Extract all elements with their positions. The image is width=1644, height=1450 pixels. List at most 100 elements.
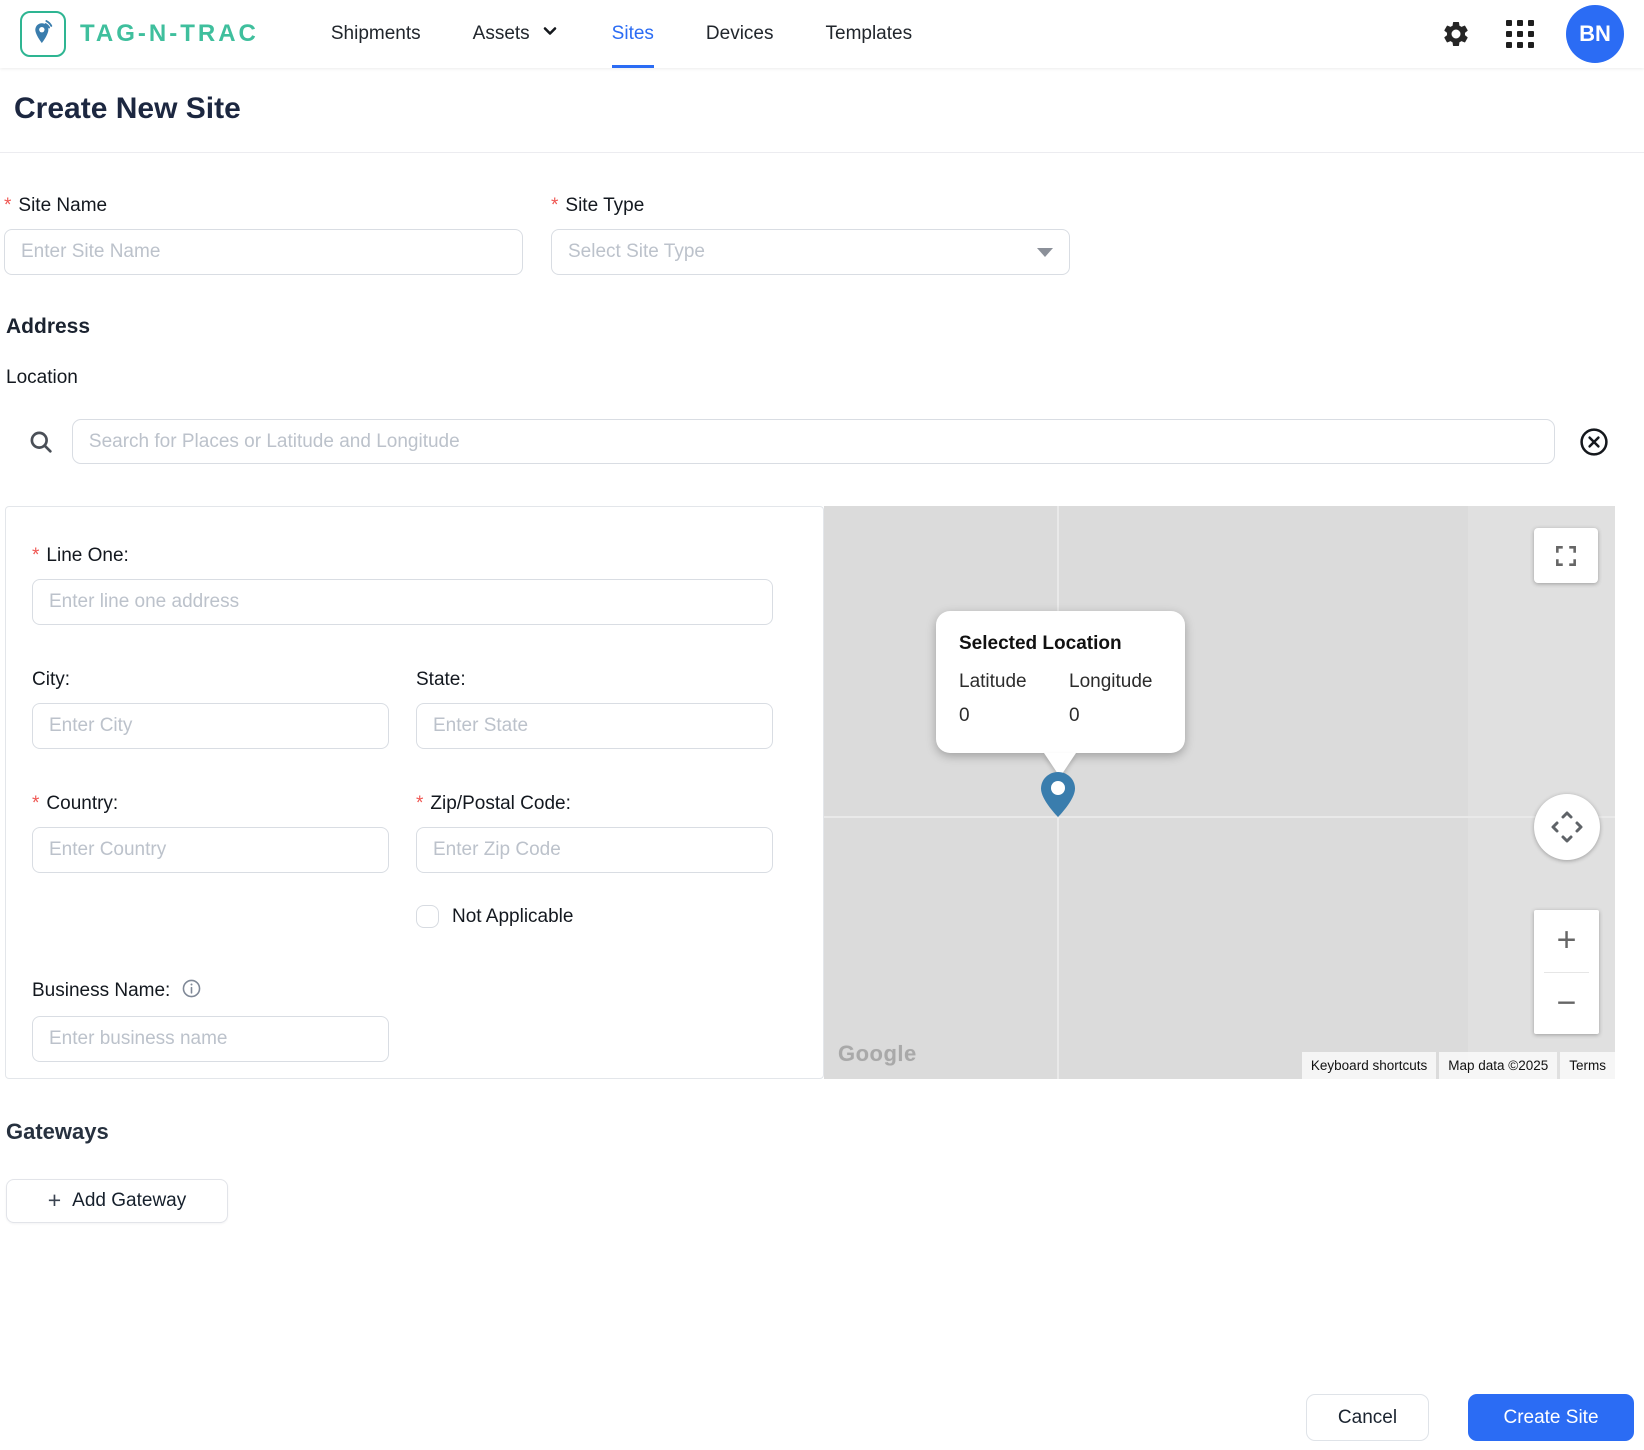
zip-input[interactable] <box>416 827 773 873</box>
user-avatar[interactable]: BN <box>1566 5 1624 63</box>
site-type-label: * Site Type <box>551 195 1070 217</box>
tooltip-title: Selected Location <box>959 633 1122 654</box>
state-group: State: <box>416 669 773 749</box>
location-search-row <box>0 419 1644 464</box>
nav-label: Shipments <box>330 23 421 44</box>
required-marker: * <box>416 793 424 814</box>
clear-search-icon[interactable] <box>1578 426 1610 458</box>
country-label: * Country: <box>32 793 389 815</box>
location-label: Location <box>6 367 78 388</box>
select-placeholder: Select Site Type <box>568 241 705 262</box>
nav-label: Devices <box>705 23 774 44</box>
label-text: Business Name: <box>32 980 171 1001</box>
not-applicable-label: Not Applicable <box>452 905 574 927</box>
top-navbar: TAG-N-TRAC Shipments Assets Sites Device… <box>0 0 1644 68</box>
state-input[interactable] <box>416 703 773 749</box>
zoom-in-button[interactable]: + <box>1534 910 1599 972</box>
longitude-label: Longitude <box>1069 671 1153 692</box>
nav-item-sites[interactable]: Sites <box>586 0 680 68</box>
page-header: Create New Site <box>0 68 1644 153</box>
label-text: State: <box>416 669 466 690</box>
address-map-row: * Line One: City: State: <box>0 506 1644 1079</box>
map-data-label: Map data ©2025 <box>1439 1052 1558 1079</box>
fullscreen-button[interactable] <box>1534 528 1598 583</box>
navbar-right: BN <box>1438 5 1624 63</box>
zoom-control: + − <box>1534 910 1599 1034</box>
chevron-down-icon <box>540 21 560 47</box>
state-label: State: <box>416 669 773 691</box>
label-text: Zip/Postal Code: <box>430 793 571 814</box>
cancel-button[interactable]: Cancel <box>1306 1394 1429 1441</box>
selected-location-tooltip: Selected Location Latitude Longitude 0 0 <box>936 611 1185 777</box>
page-title: Create New Site <box>14 92 241 125</box>
tooltip-grid: Latitude Longitude 0 0 <box>959 671 1185 727</box>
pan-control-button[interactable] <box>1534 794 1600 860</box>
terms-link[interactable]: Terms <box>1560 1052 1615 1079</box>
nav-item-templates[interactable]: Templates <box>800 0 939 68</box>
not-applicable-row: Not Applicable <box>416 905 773 928</box>
main-nav: Shipments Assets Sites Devices Templates <box>305 0 938 68</box>
country-group: * Country: <box>32 793 389 928</box>
location-search-input[interactable] <box>71 419 1555 464</box>
city-state-row: City: State: <box>32 669 797 749</box>
brand-logo[interactable] <box>20 11 66 57</box>
add-gateway-button[interactable]: + Add Gateway <box>6 1179 228 1223</box>
add-gateway-label: Add Gateway <box>72 1190 187 1211</box>
map-attribution: Keyboard shortcuts Map data ©2025 Terms <box>1301 1052 1615 1079</box>
apps-grid-icon[interactable] <box>1502 16 1538 52</box>
nav-label: Templates <box>825 23 913 44</box>
not-applicable-checkbox[interactable] <box>416 905 439 928</box>
line-one-label: * Line One: <box>32 545 797 567</box>
footer-actions: Cancel Create Site <box>1306 1394 1634 1441</box>
search-icon[interactable] <box>26 426 56 458</box>
city-input[interactable] <box>32 703 389 749</box>
country-input[interactable] <box>32 827 389 873</box>
map-canvas[interactable]: Selected Location Latitude Longitude 0 0 <box>824 506 1615 1079</box>
required-marker: * <box>4 195 12 216</box>
map-marker-pin[interactable] <box>1038 771 1078 823</box>
info-icon[interactable] <box>181 978 202 1004</box>
map-gridline-horizontal <box>824 816 1615 818</box>
address-section-heading: Address <box>6 315 91 338</box>
create-site-button[interactable]: Create Site <box>1468 1394 1634 1441</box>
plus-icon: + <box>47 1186 62 1213</box>
site-type-select[interactable]: Select Site Type <box>551 229 1070 275</box>
country-zip-row: * Country: * Zip/Postal Code: Not Applic… <box>32 793 797 928</box>
create-site-page: TAG-N-TRAC Shipments Assets Sites Device… <box>0 0 1644 1450</box>
label-text: Site Name <box>18 195 108 216</box>
required-marker: * <box>551 195 559 216</box>
keyboard-shortcuts-link[interactable]: Keyboard shortcuts <box>1301 1052 1437 1079</box>
site-name-label: * Site Name <box>4 195 523 217</box>
required-marker: * <box>32 545 40 566</box>
zip-group: * Zip/Postal Code: Not Applicable <box>416 793 773 928</box>
city-group: City: <box>32 669 389 749</box>
dropdown-caret-icon <box>1037 247 1053 257</box>
label-text: Line One: <box>46 545 129 566</box>
map-pin-logo-icon <box>29 18 57 51</box>
longitude-value: 0 <box>1069 705 1080 726</box>
business-name-input[interactable] <box>32 1016 389 1062</box>
settings-gear-icon[interactable] <box>1438 16 1474 52</box>
zoom-out-button[interactable]: − <box>1534 973 1599 1035</box>
avatar-initials: BN <box>1579 21 1611 46</box>
nav-item-assets[interactable]: Assets <box>447 0 586 68</box>
top-fields-row: * Site Name * Site Type Select Site Type <box>4 195 1644 275</box>
line-one-input[interactable] <box>32 579 773 625</box>
nav-label: Sites <box>611 23 654 44</box>
gateways-heading: Gateways <box>6 1119 109 1144</box>
site-name-group: * Site Name <box>4 195 523 275</box>
address-form-card: * Line One: City: State: <box>5 506 824 1079</box>
label-text: Country: <box>46 793 119 814</box>
nav-label: Assets <box>472 23 530 44</box>
required-marker: * <box>32 793 40 814</box>
brand-name: TAG-N-TRAC <box>80 20 259 47</box>
site-type-group: * Site Type Select Site Type <box>551 195 1070 275</box>
nav-item-devices[interactable]: Devices <box>680 0 800 68</box>
google-logo[interactable]: Google <box>838 1041 917 1067</box>
site-name-input[interactable] <box>4 229 523 275</box>
label-text: City: <box>32 669 70 690</box>
city-label: City: <box>32 669 389 691</box>
nav-item-shipments[interactable]: Shipments <box>305 0 447 68</box>
business-name-label-row: Business Name: <box>32 978 797 1004</box>
latitude-label: Latitude <box>959 671 1027 692</box>
